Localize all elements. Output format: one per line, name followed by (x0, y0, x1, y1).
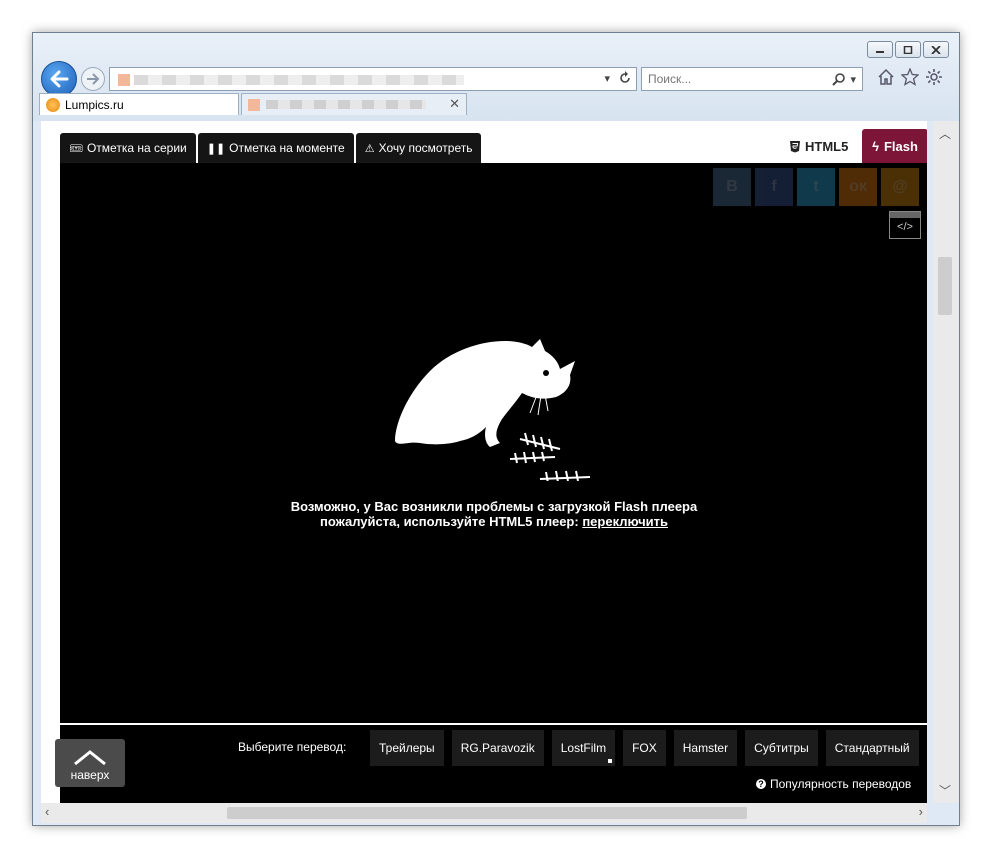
scroll-right-icon[interactable]: › (919, 804, 923, 819)
scroll-left-icon[interactable]: ‹ (45, 804, 49, 819)
close-button[interactable] (923, 41, 949, 58)
tab-label: Отметка на моменте (229, 141, 345, 155)
search-controls: ▾ (832, 72, 856, 86)
vertical-scroll-thumb[interactable] (938, 257, 952, 315)
address-bar[interactable]: ▾ (109, 67, 637, 91)
question-icon: ? (756, 779, 766, 789)
blurred-favicon (248, 98, 260, 111)
search-dropdown-icon[interactable]: ▾ (850, 73, 856, 86)
scroll-up-icon[interactable]: ︿ (939, 125, 951, 142)
scroll-down-icon[interactable]: ﹀ (939, 782, 951, 799)
toolbar-icons (877, 68, 943, 86)
minimize-button[interactable] (867, 41, 893, 58)
lumpics-favicon-icon (46, 97, 60, 112)
browser-chrome: ▾ ▾ Lumpics.ru ✕ (33, 33, 959, 121)
social-share-buttons: В f t ок @ (713, 168, 919, 206)
settings-gear-icon[interactable] (925, 68, 943, 86)
lightning-icon: ϟ (872, 138, 879, 154)
refresh-icon[interactable] (618, 71, 632, 85)
tab-title-blurred (266, 100, 426, 109)
translation-popularity-link[interactable]: ? Популярность переводов (756, 777, 911, 791)
vk-icon[interactable]: В (713, 168, 751, 206)
tab-lumpics[interactable]: Lumpics.ru (39, 93, 239, 115)
translation-list: Трейлеры RG.Paravozik LostFilm FOX Hamst… (370, 730, 919, 766)
scroll-to-top-button[interactable]: наверх (55, 739, 125, 787)
tab-label: Хочу посмотреть (378, 141, 473, 155)
html5-switch[interactable]: HTML5 (789, 139, 848, 154)
message-line-2: пожалуйста, используйте HTML5 плеер: пер… (60, 514, 927, 529)
translation-label: Выберите перевод: (238, 740, 347, 754)
popularity-label: Популярность переводов (770, 777, 912, 791)
search-box[interactable]: ▾ (641, 67, 863, 91)
tab-blurred[interactable]: ✕ (241, 93, 467, 115)
favorites-star-icon[interactable] (901, 68, 919, 86)
translation-lostfilm[interactable]: LostFilm (551, 730, 616, 766)
url-text-blurred (134, 75, 464, 85)
cat-fishbone-illustration (395, 339, 591, 481)
page-viewport: 🎟 Отметка на серии ❚❚ Отметка на моменте… (41, 121, 927, 803)
odnoklassniki-icon[interactable]: ок (839, 168, 877, 206)
site-favicon (118, 74, 130, 86)
embed-code-icon[interactable]: </> (889, 211, 921, 239)
search-input[interactable] (648, 71, 818, 87)
html5-label: HTML5 (805, 139, 849, 154)
minimize-icon (876, 50, 884, 53)
browser-window: ▾ ▾ Lumpics.ru ✕ (32, 32, 960, 826)
translation-rg-paravozik[interactable]: RG.Paravozik (451, 730, 544, 766)
search-icon[interactable] (832, 72, 846, 86)
tab-title: Lumpics.ru (65, 97, 124, 112)
forward-arrow-icon (87, 73, 100, 85)
maximize-icon (903, 45, 913, 54)
message-text: пожалуйста, используйте HTML5 плеер: (319, 514, 583, 529)
translation-standard[interactable]: Стандартный (825, 730, 919, 766)
translation-fox[interactable]: FOX (623, 730, 666, 766)
selected-indicator (608, 759, 613, 763)
twitter-icon[interactable]: t (797, 168, 835, 206)
dropdown-icon[interactable]: ▾ (604, 72, 610, 85)
video-player: В f t ок @ </> Возможно, у Вас возникли … (60, 163, 927, 723)
browser-tabs: Lumpics.ru ✕ (39, 93, 467, 115)
switch-to-html5-link[interactable]: переключить (582, 514, 668, 529)
flash-label: Flash (883, 138, 918, 154)
player-tabs: 🎟 Отметка на серии ❚❚ Отметка на моменте… (60, 133, 482, 163)
flash-switch[interactable]: ϟ Flash (862, 129, 927, 163)
mail-icon[interactable]: @ (881, 168, 919, 206)
warning-icon: ⚠ (364, 142, 375, 155)
home-icon[interactable] (877, 68, 895, 86)
message-line-1: Возможно, у Вас возникли проблемы с загр… (290, 499, 698, 514)
pause-icon: ❚❚ (206, 142, 226, 155)
tab-want-to-watch[interactable]: ⚠ Хочу посмотреть (355, 133, 482, 163)
translation-bar: Выберите перевод: Трейлеры RG.Paravozik … (60, 725, 927, 803)
horizontal-scrollbar[interactable]: ‹ › (41, 803, 927, 823)
window-controls (867, 41, 949, 58)
translation-trailers[interactable]: Трейлеры (370, 730, 444, 766)
maximize-button[interactable] (895, 41, 921, 58)
address-controls: ▾ (604, 71, 632, 85)
translation-hamster[interactable]: Hamster (673, 730, 738, 766)
to-top-label: наверх (70, 768, 110, 782)
tab-mark-episode[interactable]: 🎟 Отметка на серии (60, 133, 196, 163)
translation-subtitles[interactable]: Субтитры (745, 730, 818, 766)
tab-close-icon[interactable]: ✕ (449, 96, 460, 112)
flash-error-message: Возможно, у Вас возникли проблемы с загр… (60, 499, 927, 529)
ticket-icon: 🎟 (69, 142, 83, 155)
back-button[interactable] (41, 61, 77, 97)
facebook-icon[interactable]: f (755, 168, 793, 206)
close-icon (931, 45, 941, 54)
html5-shield-icon (790, 141, 800, 153)
tab-mark-moment[interactable]: ❚❚ Отметка на моменте (197, 133, 354, 163)
tab-label: Отметка на серии (86, 141, 187, 155)
horizontal-scroll-thumb[interactable] (227, 807, 747, 819)
forward-button[interactable] (81, 67, 105, 91)
back-arrow-icon (50, 70, 69, 88)
chevron-up-icon (74, 750, 106, 766)
vertical-scrollbar[interactable]: ︿ ﹀ (933, 121, 959, 803)
